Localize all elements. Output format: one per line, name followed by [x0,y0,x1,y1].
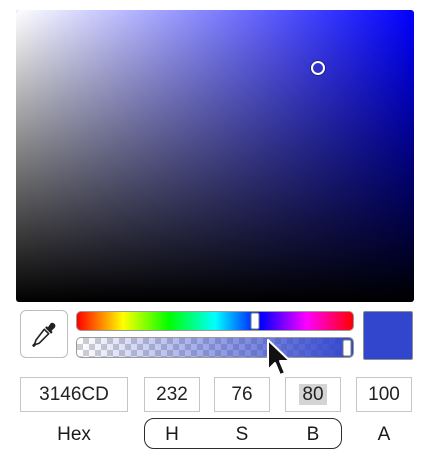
sv-black-gradient [16,10,414,302]
brightness-field[interactable]: 80 [285,377,341,412]
color-preview-swatch [363,311,413,360]
eyedropper-icon [32,322,56,347]
saturation-label: S [235,424,249,445]
sv-picker-thumb[interactable] [311,61,326,76]
opacity-gradient [77,338,353,357]
brightness-label: B [306,424,320,445]
hex-field[interactable] [20,377,128,412]
alpha-label: A [377,424,391,445]
hue-slider-thumb[interactable] [250,312,260,330]
hue-label: H [165,424,179,445]
eyedropper-button[interactable] [20,310,68,358]
saturation-field[interactable] [214,377,270,412]
brightness-field-value: 80 [299,384,327,405]
opacity-slider[interactable] [76,337,354,358]
arrow-cursor-icon [267,339,291,376]
hex-label: Hex [57,424,91,445]
saturation-brightness-area[interactable] [16,10,414,302]
opacity-slider-thumb[interactable] [342,339,352,356]
alpha-field[interactable] [356,377,412,412]
hue-field[interactable] [144,377,200,412]
hue-slider[interactable] [76,311,354,331]
